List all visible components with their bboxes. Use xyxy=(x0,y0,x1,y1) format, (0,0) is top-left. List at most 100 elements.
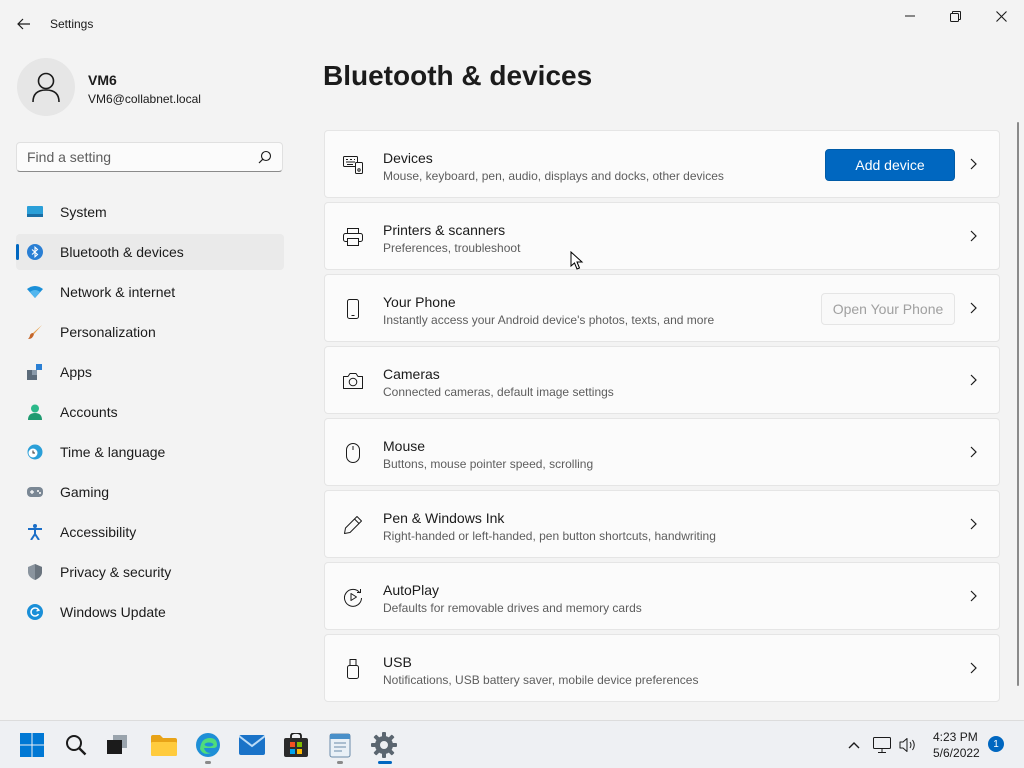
card-title: Pen & Windows Ink xyxy=(383,510,505,526)
chevron-right-icon xyxy=(970,590,977,602)
user-email: VM6@collabnet.local xyxy=(88,92,201,106)
sidebar-item-label: Apps xyxy=(60,364,92,380)
minimize-button[interactable] xyxy=(887,4,933,28)
card-subtitle: Buttons, mouse pointer speed, scrolling xyxy=(383,457,594,471)
sidebar-item-privacy-security[interactable]: Privacy & security xyxy=(16,554,284,590)
sidebar-nav: System Bluetooth & devices Network & int… xyxy=(16,194,284,634)
sidebar-item-accounts[interactable]: Accounts xyxy=(16,394,284,430)
store-icon xyxy=(284,733,308,757)
devices-card[interactable]: Devices Mouse, keyboard, pen, audio, dis… xyxy=(324,130,1000,198)
shield-icon xyxy=(27,564,43,580)
monitor-icon xyxy=(27,204,43,220)
settings-list: Devices Mouse, keyboard, pen, audio, dis… xyxy=(324,130,1000,706)
maximize-button[interactable] xyxy=(932,4,978,28)
running-indicator xyxy=(337,761,343,764)
sidebar-item-label: Personalization xyxy=(60,324,156,340)
back-button[interactable] xyxy=(12,12,36,36)
wifi-icon xyxy=(27,284,43,300)
autoplay-card[interactable]: AutoPlay Defaults for removable drives a… xyxy=(324,562,1000,630)
pen-windows-ink-card[interactable]: Pen & Windows Ink Right-handed or left-h… xyxy=(324,490,1000,558)
sidebar-item-bluetooth-devices[interactable]: Bluetooth & devices xyxy=(16,234,284,270)
clock-date[interactable]: 5/6/2022 xyxy=(933,746,980,760)
show-hidden-icons-button[interactable] xyxy=(838,729,870,761)
volume-button[interactable] xyxy=(894,729,922,761)
user-icon xyxy=(32,72,60,103)
network-status-button[interactable] xyxy=(868,729,896,761)
clock-time[interactable]: 4:23 PM xyxy=(933,730,978,744)
card-subtitle: Notifications, USB battery saver, mobile… xyxy=(383,673,699,687)
search-icon[interactable] xyxy=(258,150,272,164)
avatar[interactable] xyxy=(17,58,75,116)
devices-icon xyxy=(343,155,363,175)
camera-icon xyxy=(343,371,363,391)
sidebar-item-label: System xyxy=(60,204,107,220)
task-view-button[interactable] xyxy=(98,729,138,761)
sidebar-item-label: Gaming xyxy=(60,484,110,500)
folder-icon xyxy=(151,735,177,756)
file-explorer-button[interactable] xyxy=(144,729,184,761)
mouse-card[interactable]: Mouse Buttons, mouse pointer speed, scro… xyxy=(324,418,1000,486)
chevron-right-icon xyxy=(970,662,977,674)
pen-icon xyxy=(343,515,363,535)
notepad-button[interactable] xyxy=(320,729,360,764)
mouse-cursor-icon xyxy=(570,251,584,270)
cameras-card[interactable]: Cameras Connected cameras, default image… xyxy=(324,346,1000,414)
app-title: Settings xyxy=(50,17,94,31)
your-phone-card[interactable]: Your Phone Instantly access your Android… xyxy=(324,274,1000,342)
card-subtitle: Instantly access your Android device's p… xyxy=(383,313,715,327)
notification-badge[interactable]: 1 xyxy=(988,736,1004,752)
mail-button[interactable] xyxy=(232,729,272,761)
vertical-scrollbar[interactable] xyxy=(1017,122,1019,686)
sidebar-item-apps[interactable]: Apps xyxy=(16,354,284,390)
settings-app-button[interactable] xyxy=(364,729,404,764)
page-title: Bluetooth & devices xyxy=(323,60,593,91)
sidebar-item-gaming[interactable]: Gaming xyxy=(16,474,284,510)
sidebar-item-personalization[interactable]: Personalization xyxy=(16,314,284,350)
chevron-right-icon xyxy=(970,302,977,314)
sidebar-item-label: Accessibility xyxy=(60,524,137,540)
mouse-icon xyxy=(343,443,363,463)
edge-browser-button[interactable] xyxy=(188,729,228,764)
usb-card[interactable]: USB Notifications, USB battery saver, mo… xyxy=(324,634,1000,702)
printers-scanners-card[interactable]: Printers & scanners Preferences, trouble… xyxy=(324,202,1000,270)
close-icon xyxy=(995,10,1007,22)
card-subtitle: Connected cameras, default image setting… xyxy=(383,385,614,399)
accessibility-icon xyxy=(27,524,43,540)
search-input[interactable] xyxy=(27,143,247,171)
phone-icon xyxy=(343,299,363,319)
card-title: Mouse xyxy=(383,438,426,454)
sidebar-item-network[interactable]: Network & internet xyxy=(16,274,284,310)
taskbar-search-button[interactable] xyxy=(56,729,96,761)
active-indicator xyxy=(378,761,392,764)
sidebar-item-windows-update[interactable]: Windows Update xyxy=(16,594,284,630)
start-button[interactable] xyxy=(12,729,52,761)
card-title: USB xyxy=(383,654,412,670)
taskbar xyxy=(0,720,1024,768)
sidebar-item-label: Accounts xyxy=(60,404,118,420)
autoplay-icon xyxy=(343,587,363,607)
close-button[interactable] xyxy=(978,4,1024,28)
apps-icon xyxy=(27,364,43,380)
user-name: VM6 xyxy=(88,72,117,88)
card-title: Devices xyxy=(383,150,433,166)
sidebar-item-accessibility[interactable]: Accessibility xyxy=(16,514,284,550)
sidebar-item-system[interactable]: System xyxy=(16,194,284,230)
search-icon xyxy=(66,735,87,756)
microsoft-store-button[interactable] xyxy=(276,729,316,761)
volume-icon xyxy=(899,738,915,752)
globe-clock-icon xyxy=(27,444,43,460)
bluetooth-icon xyxy=(27,244,43,260)
chevron-right-icon xyxy=(970,230,977,242)
sidebar-item-time-language[interactable]: Time & language xyxy=(16,434,284,470)
network-icon xyxy=(873,737,891,753)
task-view-icon xyxy=(107,735,127,754)
open-your-phone-button[interactable]: Open Your Phone xyxy=(821,293,955,325)
add-device-button[interactable]: Add device xyxy=(825,149,955,181)
chevron-right-icon xyxy=(970,374,977,386)
windows-logo-icon xyxy=(20,733,44,757)
update-icon xyxy=(27,604,43,620)
back-arrow-icon xyxy=(17,18,30,30)
edge-icon xyxy=(196,733,220,757)
search-box[interactable] xyxy=(16,142,283,172)
card-subtitle: Mouse, keyboard, pen, audio, displays an… xyxy=(383,169,724,183)
